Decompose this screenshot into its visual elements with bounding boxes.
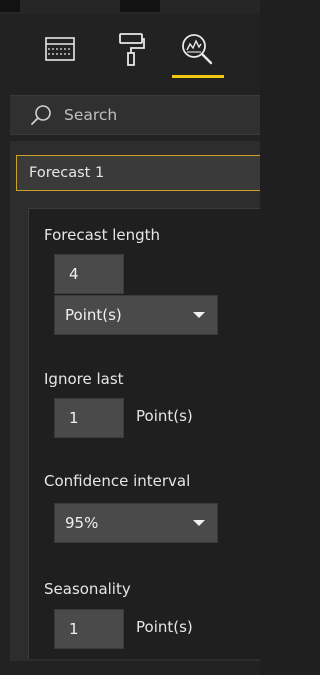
seasonality-label: Seasonality (44, 580, 131, 598)
forecast-length-input[interactable]: 4 (54, 254, 124, 294)
confidence-interval-value: 95% (65, 514, 99, 532)
top-strip (0, 0, 260, 14)
chevron-down-icon (193, 520, 205, 526)
confidence-interval-dropdown[interactable]: 95% (54, 503, 218, 543)
forecast-name-text: Forecast 1 (29, 165, 105, 181)
ignore-last-value: 1 (69, 409, 79, 427)
paint-roller-icon (119, 33, 145, 66)
seasonality-input[interactable]: 1 (54, 609, 124, 649)
ignore-last-unit: Point(s) (136, 407, 193, 425)
top-strip-segment (0, 0, 20, 12)
analytics-tab[interactable] (170, 22, 224, 78)
forecast-length-value: 4 (69, 265, 79, 283)
ignore-last-label: Ignore last (44, 370, 124, 388)
search-icon (31, 105, 51, 125)
forecast-settings: Forecast length 4 Point(s) Ignore last 1… (28, 208, 260, 659)
analytics-pane: Forecast 1 Forecast length 4 Point(s) Ig… (0, 0, 260, 675)
top-strip-segment (120, 0, 160, 12)
search-input[interactable] (62, 105, 246, 125)
forecast-length-label: Forecast length (44, 226, 161, 244)
forecast-name-field[interactable]: Forecast 1 (16, 155, 260, 191)
ignore-last-input[interactable]: 1 (54, 398, 124, 438)
fields-tab[interactable] (33, 22, 87, 76)
analytics-magnifier-icon (182, 34, 213, 65)
format-tab[interactable] (104, 22, 158, 76)
pane-tab-bar (0, 14, 260, 88)
chevron-down-icon (193, 312, 205, 318)
search-box[interactable] (10, 95, 260, 135)
forecast-length-unit: Point(s) (65, 306, 122, 324)
forecast-length-unit-dropdown[interactable]: Point(s) (54, 295, 218, 335)
seasonality-unit: Point(s) (136, 618, 193, 636)
seasonality-value: 1 (69, 620, 79, 638)
confidence-interval-label: Confidence interval (44, 472, 191, 490)
fields-icon (45, 37, 75, 61)
